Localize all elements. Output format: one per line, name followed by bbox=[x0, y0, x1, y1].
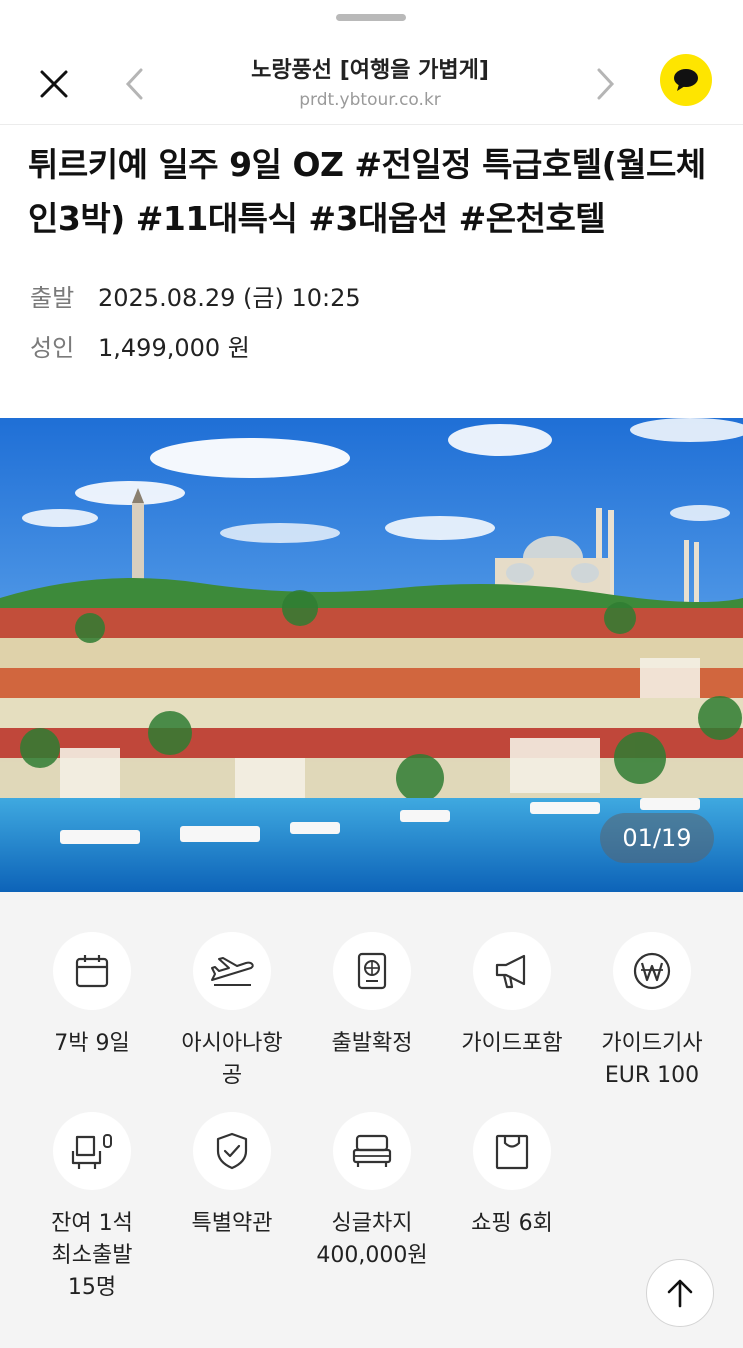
feature-item: 싱글차지 400,000원 bbox=[302, 1112, 442, 1272]
feature-icon-circle bbox=[193, 932, 271, 1010]
feature-label: 가이드기사 EUR 100 bbox=[601, 1031, 703, 1088]
departure-row: 출발 2025.08.29 (금) 10:25 bbox=[30, 278, 361, 313]
seat-icon bbox=[71, 1134, 112, 1169]
kakao-talk-button[interactable] bbox=[660, 54, 712, 106]
chat-bubble-icon bbox=[674, 69, 698, 91]
feature-item: 쇼핑 6회 bbox=[442, 1112, 582, 1240]
calendar-icon bbox=[75, 955, 109, 988]
page-title: 노랑풍선 [여행을 가볍게] bbox=[251, 58, 489, 83]
page-url: prdt.ybtour.co.kr bbox=[299, 90, 441, 110]
feature-item: 잔여 1석 최소출발 15명 bbox=[22, 1112, 162, 1304]
feature-label: 아시아나항 공 bbox=[181, 1031, 283, 1088]
sheet-handle[interactable] bbox=[336, 14, 406, 21]
back-button[interactable] bbox=[112, 60, 156, 108]
price-label: 성인 bbox=[30, 334, 75, 362]
price-row: 성인 1,499,000 원 bbox=[30, 328, 250, 363]
shield-check-icon bbox=[216, 1132, 248, 1170]
feature-item: 특별약관 bbox=[162, 1112, 302, 1240]
feature-item: 출발확정 bbox=[302, 932, 442, 1060]
passport-icon bbox=[357, 952, 387, 990]
won-icon bbox=[633, 952, 671, 990]
bed-icon bbox=[352, 1134, 392, 1167]
feature-item: 가이드기사 EUR 100 bbox=[582, 932, 722, 1092]
feature-icon-circle bbox=[473, 1112, 551, 1190]
feature-item: 7박 9일 bbox=[22, 932, 162, 1060]
browser-header: 노랑풍선 [여행을 가볍게] prdt.ybtour.co.kr bbox=[0, 30, 743, 126]
feature-icon-circle bbox=[473, 932, 551, 1010]
feature-label: 특별약관 bbox=[191, 1211, 273, 1236]
scroll-to-top-button[interactable] bbox=[646, 1259, 714, 1327]
close-button[interactable] bbox=[30, 60, 78, 108]
feature-label: 7박 9일 bbox=[54, 1031, 130, 1056]
feature-item: 가이드포함 bbox=[442, 932, 582, 1060]
airplane-icon bbox=[211, 957, 254, 986]
header-divider bbox=[0, 124, 743, 125]
feature-icon-circle bbox=[333, 932, 411, 1010]
arrow-up-icon bbox=[667, 1279, 693, 1308]
feature-label: 싱글차지 400,000원 bbox=[316, 1211, 428, 1268]
departure-value: 2025.08.29 (금) 10:25 bbox=[98, 284, 361, 312]
feature-label: 가이드포함 bbox=[461, 1031, 563, 1056]
feature-label: 잔여 1석 최소출발 15명 bbox=[51, 1211, 133, 1300]
feature-icon-circle bbox=[613, 932, 691, 1010]
price-value: 1,499,000 원 bbox=[98, 334, 250, 362]
departure-label: 출발 bbox=[30, 284, 75, 312]
feature-label: 쇼핑 6회 bbox=[471, 1211, 553, 1236]
shopping-bag-icon bbox=[495, 1134, 529, 1170]
feature-icon-circle bbox=[193, 1112, 271, 1190]
feature-icon-circle bbox=[53, 1112, 131, 1190]
product-title: 튀르키예 일주 9일 OZ #전일정 특급호텔(월드체인3박) #11대특식 #… bbox=[28, 145, 706, 238]
feature-label: 출발확정 bbox=[331, 1031, 413, 1056]
megaphone-icon bbox=[495, 954, 526, 989]
feature-icon-circle bbox=[333, 1112, 411, 1190]
gallery-counter: 01/19 bbox=[600, 813, 714, 863]
forward-button[interactable] bbox=[584, 60, 628, 108]
chevron-left-icon bbox=[125, 68, 143, 100]
close-icon bbox=[40, 70, 68, 98]
feature-icon-circle bbox=[53, 932, 131, 1010]
feature-item: 아시아나항 공 bbox=[162, 932, 302, 1092]
chevron-right-icon bbox=[597, 68, 615, 100]
